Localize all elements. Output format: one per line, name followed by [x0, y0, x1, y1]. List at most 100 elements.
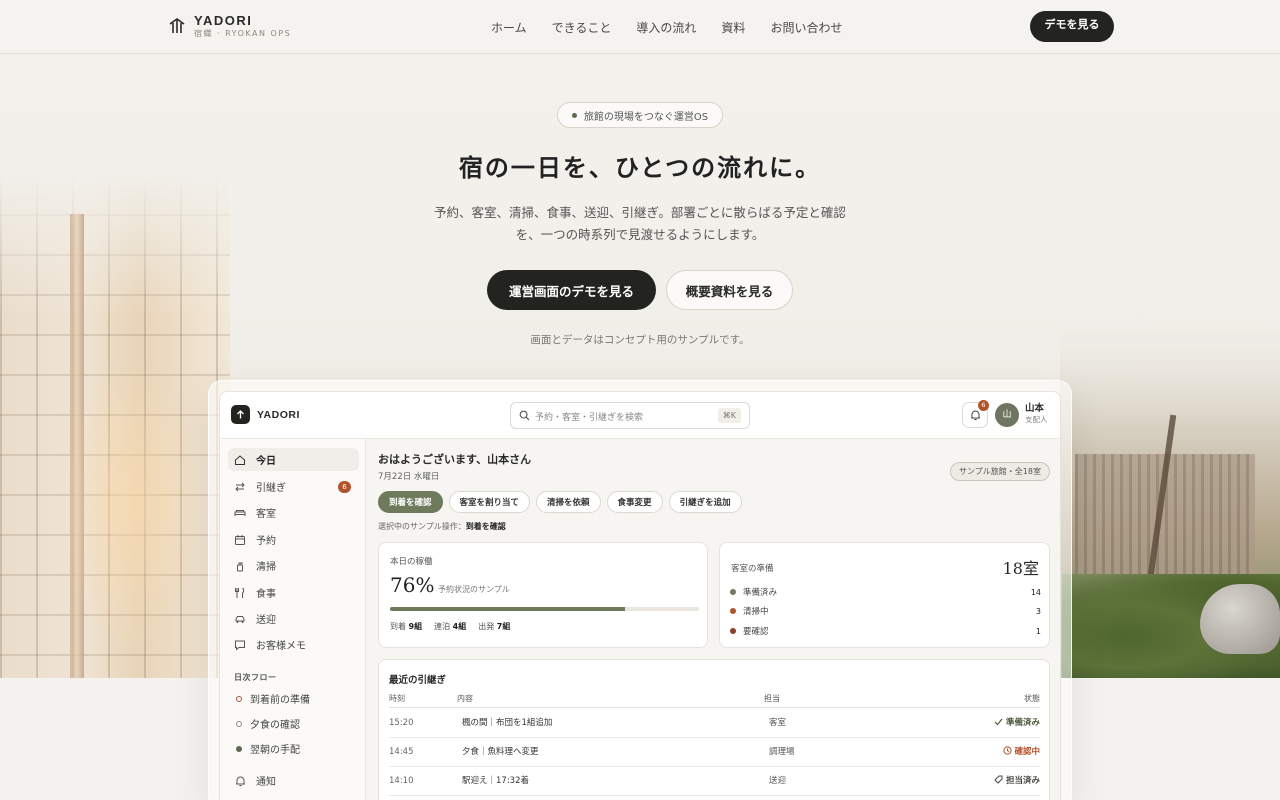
arrivals-stat: 到着 9組: [390, 621, 422, 632]
status-label: 清掃中: [743, 607, 769, 617]
tag-icon: [994, 775, 1003, 784]
hero-tagline: 旅館の現場をつなぐ運営OS: [583, 111, 709, 123]
room-readiness-card: 客室の準備 18室 準備済み 14 清掃中 3 要確認 1: [719, 542, 1050, 648]
hero-description-line2: を、一つの時系列で見渡せるようにします。: [515, 227, 765, 242]
search-input[interactable]: 予約・客室・引継ぎを検索 ⌘K: [510, 402, 750, 429]
occupancy-rate: 76%: [390, 573, 435, 597]
occupancy-card: 本日の稼働 76% 予約状況のサンプル 到着 9組 連泊 4組 出発 7組: [378, 542, 708, 648]
row-owner: 送迎: [769, 776, 787, 786]
lantern-glow: [60, 354, 200, 654]
nav-link-resources[interactable]: 資料: [721, 19, 745, 36]
daily-flow-heading: 日次フロー: [234, 673, 277, 682]
table-row[interactable]: 15:20 楓の間｜布団を1組追加 客室 準備済み: [389, 709, 1040, 738]
brand-name: YADORI: [194, 13, 253, 28]
brand-logo[interactable]: YADORI 宿織 · RYOKAN OPS: [168, 14, 291, 38]
flow-status-dot: [236, 720, 242, 727]
change-meal-button[interactable]: 食事変更: [606, 491, 663, 513]
sidebar-item-shuttle[interactable]: 送迎: [228, 607, 359, 630]
overview-doc-button[interactable]: 概要資料を見る: [666, 270, 793, 310]
app-preview: YADORI 予約・客室・引継ぎを検索 ⌘K 6 山 山本 支配人 今日 引継ぎ…: [219, 391, 1061, 800]
utensils-icon: [234, 587, 246, 599]
table-row[interactable]: 14:45 夕食｜魚料理へ変更 調理場 確認中: [389, 738, 1040, 767]
confirm-arrival-button[interactable]: 到着を確認: [378, 491, 443, 513]
row-status-label: 確認中: [1014, 747, 1040, 757]
row-status: 確認中: [1002, 738, 1040, 767]
nav-link-features[interactable]: できること: [552, 19, 612, 36]
row-time: 15:20: [389, 718, 414, 728]
handoffs-table-header: 時刻 内容 担当 状態: [389, 692, 1040, 708]
sidebar-item-reservations[interactable]: 予約: [228, 528, 359, 551]
brand-subtitle: 宿織 · RYOKAN OPS: [194, 29, 292, 38]
row-time: 14:45: [389, 747, 414, 757]
sample-property-badge: サンプル旅館・全18室: [950, 462, 1050, 481]
sidebar-item-today[interactable]: 今日: [228, 448, 359, 471]
row-status-label: 準備済み: [1005, 718, 1040, 728]
departures-stat: 出発 7組: [478, 621, 510, 632]
user-info[interactable]: 山本 支配人: [1025, 404, 1048, 423]
sidebar-item-handoff[interactable]: 引継ぎ 6: [228, 475, 359, 498]
sidebar-item-meals[interactable]: 食事: [228, 581, 359, 604]
occupancy-progress-bar: [390, 607, 699, 611]
nav-link-home[interactable]: ホーム: [491, 19, 527, 36]
sidebar-item-guest-notes[interactable]: お客様メモ: [228, 633, 359, 656]
search-shortcut: ⌘K: [717, 408, 741, 423]
room-status-cleaning[interactable]: 清掃中 3: [730, 605, 1041, 617]
occupancy-progress-fill: [390, 607, 625, 611]
hero-tagline-pill: 旅館の現場をつなぐ運営OS: [557, 102, 723, 128]
flow-item-next-morning[interactable]: 翌朝の手配: [228, 737, 359, 760]
handoff-count-badge: 6: [338, 481, 351, 493]
ops-demo-button[interactable]: 運営画面のデモを見る: [487, 270, 656, 310]
status-count: 3: [1035, 606, 1041, 616]
sidebar-item-label: 送迎: [256, 615, 276, 626]
status-label: 要確認: [743, 627, 769, 637]
add-handoff-button[interactable]: 引継ぎを追加: [668, 491, 742, 513]
bell-icon: [971, 410, 980, 420]
sidebar-item-rooms[interactable]: 客室: [228, 501, 359, 524]
table-row[interactable]: 14:10 駅迎え｜17:32着 送迎 担当済み: [389, 767, 1040, 796]
sample-disclaimer: 画面とデータはコンセプト用のサンプルです。: [530, 334, 750, 346]
view-demo-button[interactable]: デモを見る: [1030, 11, 1114, 42]
sidebar-item-cleaning[interactable]: 清掃: [228, 554, 359, 577]
row-status: 担当済み: [994, 767, 1040, 796]
selected-operation-prefix: 選択中のサンプル操作：: [378, 522, 466, 531]
occupancy-breakdown: 到着 9組 連泊 4組 出発 7組: [390, 621, 510, 632]
yadori-logo-icon: [169, 18, 185, 33]
app-header: YADORI 予約・客室・引継ぎを検索 ⌘K 6 山 山本 支配人: [220, 392, 1060, 439]
user-role: 支配人: [1025, 414, 1048, 424]
avatar[interactable]: 山: [995, 403, 1019, 427]
recent-handoffs-card: 最近の引継ぎ 時刻 内容 担当 状態 15:20 楓の間｜布団を1組追加 客室 …: [378, 659, 1050, 800]
sidebar-item-label: 通知: [256, 777, 276, 788]
status-dot: [730, 608, 736, 614]
row-status-label: 担当済み: [1005, 776, 1040, 786]
status-count: 1: [1035, 626, 1041, 636]
top-navigation: YADORI 宿織 · RYOKAN OPS ホーム できること 導入の流れ 資…: [0, 0, 1280, 54]
sidebar-item-label: 引継ぎ: [256, 483, 286, 494]
greeting: おはようございます、山本さん: [378, 453, 532, 466]
flow-item-label: 夕食の確認: [250, 720, 300, 731]
current-date: 7月22日 水曜日: [378, 472, 440, 482]
stay-stat: 連泊 4組: [434, 621, 466, 632]
column-header-time: 時刻: [389, 694, 405, 703]
sidebar-item-label: 食事: [256, 589, 276, 600]
assign-room-button[interactable]: 客室を割り当て: [448, 491, 531, 513]
app-name: YADORI: [257, 409, 300, 421]
nav-link-contact[interactable]: お問い合わせ: [770, 19, 842, 36]
flow-item-dinner-check[interactable]: 夕食の確認: [228, 712, 359, 735]
room-status-ready[interactable]: 準備済み 14: [730, 586, 1041, 598]
nav-link-onboarding[interactable]: 導入の流れ: [636, 19, 696, 36]
sidebar-item-label: 今日: [256, 456, 276, 467]
arrivals-label: 到着: [390, 622, 406, 631]
sidebar-item-notifications[interactable]: 通知: [228, 769, 359, 792]
notification-badge: 6: [978, 400, 989, 411]
row-owner: 客室: [769, 718, 787, 728]
flow-item-pre-arrival[interactable]: 到着前の準備: [228, 687, 359, 710]
occupancy-subtext: 予約状況のサンプル: [438, 585, 510, 594]
pill-dot: [571, 112, 577, 118]
departures-label: 出発: [478, 622, 495, 631]
status-dot: [730, 628, 736, 634]
request-cleaning-button[interactable]: 清掃を依頼: [536, 491, 601, 513]
flow-status-dot: [236, 695, 242, 702]
status-label: 準備済み: [743, 588, 778, 598]
sidebar-item-label: 予約: [256, 536, 276, 547]
room-status-check[interactable]: 要確認 1: [730, 625, 1041, 637]
